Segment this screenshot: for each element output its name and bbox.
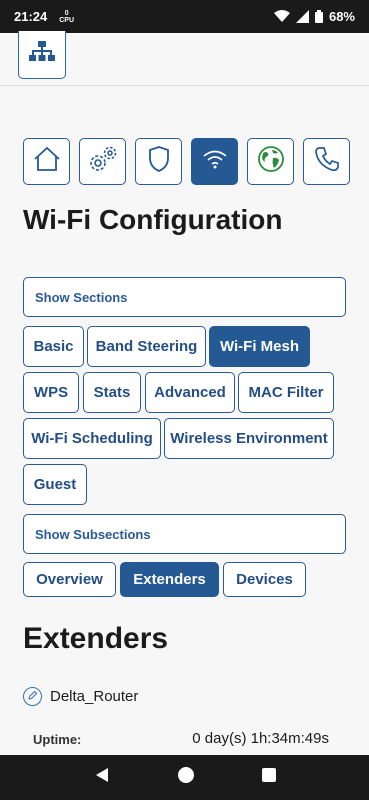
- uptime-label: Uptime:: [33, 732, 82, 747]
- main-nav: [23, 138, 350, 185]
- router-entry: Delta_Router: [23, 687, 138, 706]
- section-wps[interactable]: WPS: [23, 372, 79, 413]
- show-subsections-toggle[interactable]: Show Subsections: [23, 514, 346, 554]
- show-sections-toggle[interactable]: Show Sections: [23, 277, 346, 317]
- cpu-label: CPU: [59, 16, 75, 24]
- nav-security-button[interactable]: [135, 138, 182, 185]
- section-wifi-mesh[interactable]: Wi-Fi Mesh: [209, 326, 310, 367]
- nav-settings-button[interactable]: [79, 138, 126, 185]
- nav-wifi-button[interactable]: [191, 138, 238, 185]
- section-guest[interactable]: Guest: [23, 464, 87, 505]
- status-bar: 21:24 0 CPU 68%: [0, 0, 369, 33]
- subsection-overview[interactable]: Overview: [23, 562, 116, 597]
- home-icon: [32, 145, 62, 178]
- cpu-value: 0: [64, 9, 69, 17]
- section-stats[interactable]: Stats: [83, 372, 141, 413]
- header: [0, 31, 369, 86]
- back-button[interactable]: [94, 767, 110, 788]
- section-band-steering[interactable]: Band Steering: [87, 326, 206, 367]
- section-wifi-scheduling[interactable]: Wi-Fi Scheduling: [23, 418, 161, 459]
- shield-icon: [147, 145, 171, 178]
- recents-button[interactable]: [261, 768, 276, 787]
- phone-icon: [313, 145, 341, 178]
- subsection-extenders[interactable]: Extenders: [120, 562, 219, 597]
- cell-signal-icon: [295, 10, 309, 23]
- cpu-indicator: 0 CPU: [59, 10, 74, 24]
- router-name: Delta_Router: [50, 688, 139, 705]
- section-mac-filter[interactable]: MAC Filter: [238, 372, 334, 413]
- network-topology-button[interactable]: [18, 31, 66, 79]
- network-topology-icon: [29, 41, 55, 68]
- system-navigation-bar: [0, 755, 369, 800]
- home-button[interactable]: [177, 766, 195, 789]
- section-title: Extenders: [23, 622, 169, 655]
- nav-internet-button[interactable]: [247, 138, 294, 185]
- section-basic[interactable]: Basic: [23, 326, 84, 367]
- subsection-devices[interactable]: Devices: [223, 562, 306, 597]
- page-title: Wi-Fi Configuration: [23, 204, 283, 235]
- nav-home-button[interactable]: [23, 138, 70, 185]
- wifi-icon: [202, 148, 228, 175]
- section-wireless-environment[interactable]: Wireless Environment: [164, 418, 334, 459]
- status-time: 21:24: [14, 9, 48, 24]
- globe-icon: [256, 144, 286, 179]
- uptime-value: 0 day(s) 1h:34m:49s: [192, 730, 329, 747]
- battery-percent: 68%: [328, 9, 355, 24]
- edit-router-button[interactable]: [23, 687, 42, 706]
- wifi-signal-icon: [273, 10, 290, 23]
- gears-icon: [87, 144, 119, 179]
- pencil-icon: [27, 688, 38, 705]
- battery-icon: [314, 10, 323, 23]
- section-advanced[interactable]: Advanced: [145, 372, 235, 413]
- nav-voice-button[interactable]: [303, 138, 350, 185]
